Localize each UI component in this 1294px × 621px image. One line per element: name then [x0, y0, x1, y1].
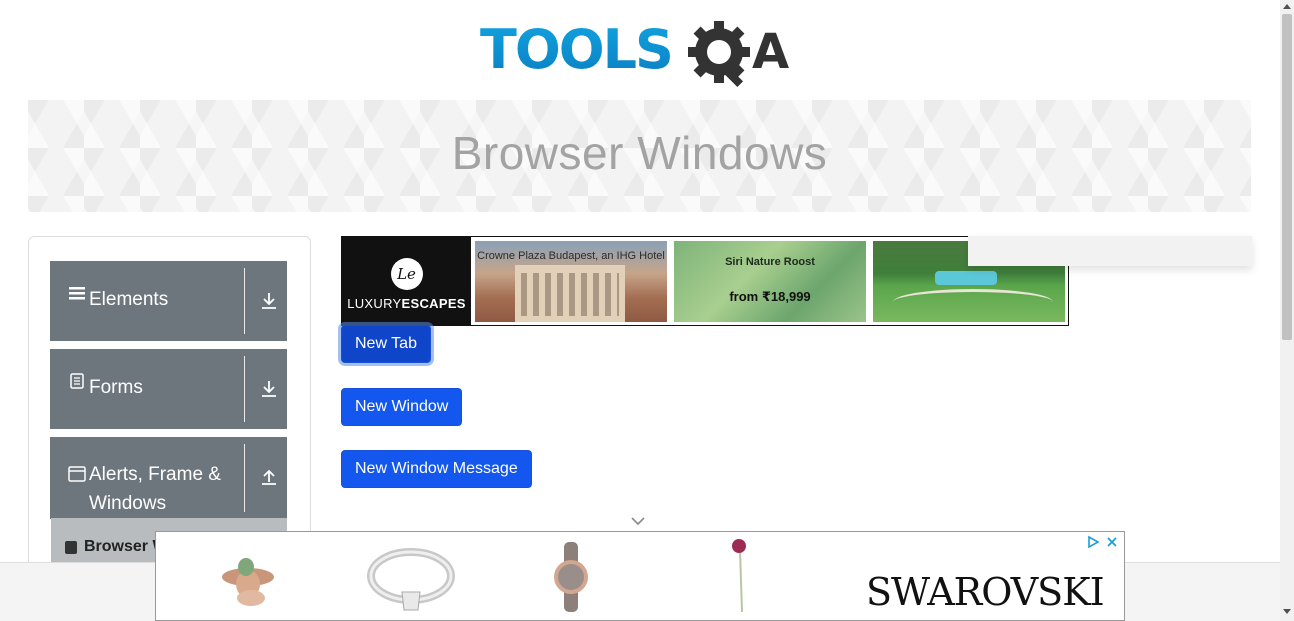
- vertical-scrollbar[interactable]: [1280, 0, 1294, 621]
- close-icon[interactable]: [1106, 535, 1118, 554]
- sidebar-group-label: Elements: [89, 289, 169, 310]
- sidebar-group-alerts-frame-windows[interactable]: Alerts, Frame & Windows: [50, 437, 287, 519]
- ad-brand-name: LUXURYESCAPES: [342, 296, 471, 311]
- sidebar-group-label: Forms: [89, 377, 143, 398]
- sidebar-group-elements[interactable]: Elements: [50, 261, 287, 341]
- ad-product-figurine: [222, 558, 274, 606]
- ad-controls: [1086, 535, 1118, 554]
- scrollbar-thumb[interactable]: [1282, 14, 1292, 340]
- upload-arrow-icon[interactable]: [259, 467, 279, 487]
- sidebar-group-label-wrap: Alerts, Frame & Windows: [89, 460, 221, 518]
- ad-brand-name: SWAROVSKI: [866, 570, 1105, 614]
- page-title: Browser Windows: [451, 127, 828, 179]
- ad-overlay: [968, 236, 1252, 266]
- new-window-message-button[interactable]: New Window Message: [341, 450, 532, 488]
- page-banner: Browser Windows: [28, 100, 1251, 212]
- ad-tile-image: [515, 265, 625, 322]
- toolsqa-logo-graphic: TOOLS A: [480, 18, 789, 88]
- scroll-down-arrow-icon[interactable]: [1283, 609, 1291, 614]
- ad-brand-mark: Le: [390, 258, 423, 290]
- logo-a-text: A: [752, 24, 789, 80]
- sidebar-item-browser-windows[interactable]: Browser W: [65, 538, 168, 556]
- ad-tile-caption: Crowne Plaza Budapest, an IHG Hotel: [477, 250, 665, 262]
- sidebar-group-header: Alerts, Frame & Windows: [67, 460, 221, 518]
- ad-brand-name-bold: ESCAPES: [401, 296, 466, 311]
- advertisement-banner[interactable]: Le LUXURYESCAPES Crowne Plaza Budapest, …: [341, 236, 1069, 326]
- window-icon: [67, 466, 87, 482]
- ad-brand-logo: Le LUXURYESCAPES: [342, 237, 471, 325]
- ad-brand-name-light: LUXURY: [347, 296, 402, 311]
- divider: [244, 444, 245, 512]
- adchoices-icon[interactable]: [1086, 535, 1100, 554]
- sidebar-group-forms[interactable]: Forms: [50, 349, 287, 429]
- sidebar-group-label-line2: Windows: [89, 493, 167, 514]
- html5-icon: [65, 540, 77, 554]
- download-arrow-icon[interactable]: [259, 379, 279, 399]
- divider: [244, 268, 245, 334]
- ad-tile-image-path: [893, 289, 1053, 315]
- page: TOOLS A Browser Windows Elements Forms A…: [0, 0, 1294, 621]
- ad-product-watch: [554, 542, 588, 612]
- ad-tile-caption: Siri Nature Roost: [725, 256, 815, 268]
- ad-tile-hotel-2[interactable]: Siri Nature Roost from ₹18,999: [674, 241, 866, 322]
- logo-tools-text: TOOLS: [480, 18, 672, 81]
- ad-product-ring: [367, 548, 455, 611]
- sidebar-group-header: Elements: [67, 285, 168, 314]
- hamburger-icon: [67, 285, 87, 301]
- download-arrow-icon[interactable]: [259, 291, 279, 311]
- divider: [244, 356, 245, 422]
- chevron-down-icon[interactable]: [630, 514, 646, 526]
- new-tab-button[interactable]: New Tab: [341, 325, 431, 363]
- ad-product-images: [222, 539, 746, 613]
- ad-tile-price: from ₹18,999: [729, 289, 811, 304]
- gear-icon: [688, 21, 750, 88]
- scroll-up-arrow-icon[interactable]: [1283, 4, 1291, 9]
- toolsqa-logo[interactable]: TOOLS A: [480, 16, 802, 92]
- bottom-advertisement[interactable]: SWAROVSKI: [155, 531, 1125, 621]
- sidebar-group-header: Forms: [67, 373, 143, 402]
- document-icon: [67, 373, 87, 389]
- ad-tile-hotel-1[interactable]: Crowne Plaza Budapest, an IHG Hotel: [475, 241, 667, 322]
- ad-product-rose: [732, 539, 746, 613]
- new-window-button[interactable]: New Window: [341, 388, 463, 426]
- sidebar-group-label: Alerts, Frame &: [89, 464, 221, 485]
- ad-tile-image: [935, 271, 997, 285]
